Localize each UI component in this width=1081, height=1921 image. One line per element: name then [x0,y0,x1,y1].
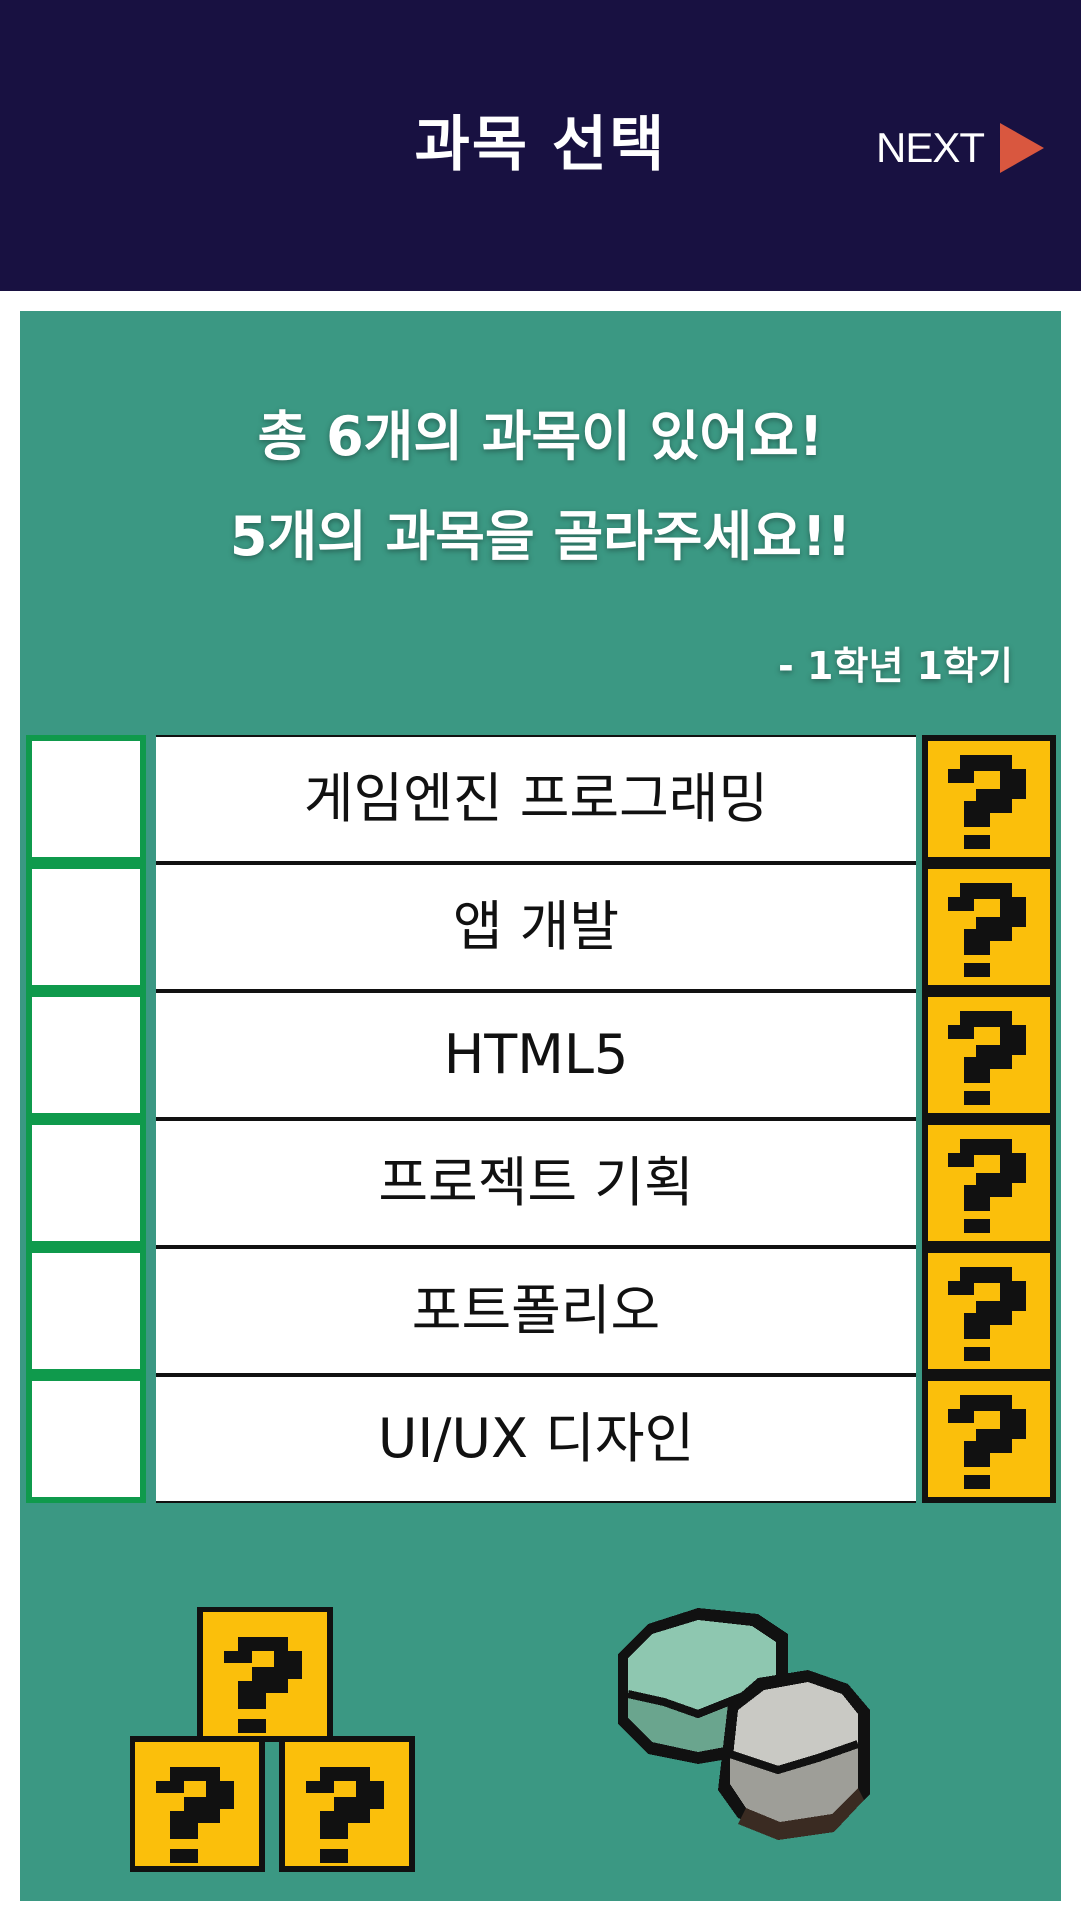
top-bar: 과목 선택 NEXT [0,0,1081,291]
play-arrow-icon [1000,123,1045,173]
course-name: 앱 개발 [156,863,916,991]
pixel-stones-icon [618,1608,870,1840]
question-block-icon [922,1375,1056,1503]
course-checkbox[interactable] [26,1119,146,1247]
course-checkbox[interactable] [26,1247,146,1375]
course-name: HTML5 [156,991,916,1119]
next-button[interactable]: NEXT [876,118,1046,178]
course-row-game-engine[interactable]: 게임엔진 프로그래밍 [26,735,1056,863]
semester-label: - 1학년 1학기 [778,644,1013,688]
question-blocks-stack-icon [130,1607,415,1872]
course-panel: 총 6개의 과목이 있어요! 5개의 과목을 골라주세요!! - 1학년 1학기… [20,311,1061,1901]
question-block-icon [922,1119,1056,1247]
course-row-portfolio[interactable]: 포트폴리오 [26,1247,1056,1375]
course-checkbox[interactable] [26,991,146,1119]
question-block-icon [922,1247,1056,1375]
intro-text: 총 6개의 과목이 있어요! 5개의 과목을 골라주세요!! [20,387,1061,587]
next-button-label: NEXT [876,124,985,171]
course-row-project-planning[interactable]: 프로젝트 기획 [26,1119,1056,1247]
course-name: UI/UX 디자인 [156,1375,916,1503]
course-name: 포트폴리오 [156,1247,916,1375]
course-name: 게임엔진 프로그래밍 [156,735,916,863]
question-block-icon [922,735,1056,863]
intro-line-1: 총 6개의 과목이 있어요! [257,405,824,468]
course-checkbox[interactable] [26,735,146,863]
question-block-icon [922,991,1056,1119]
course-row-html5[interactable]: HTML5 [26,991,1056,1119]
course-name: 프로젝트 기획 [156,1119,916,1247]
course-row-uiux-design[interactable]: UI/UX 디자인 [26,1375,1056,1503]
course-checkbox[interactable] [26,1375,146,1503]
course-row-app-dev[interactable]: 앱 개발 [26,863,1056,991]
intro-line-2: 5개의 과목을 골라주세요!! [229,505,852,568]
question-block-icon [922,863,1056,991]
course-checkbox[interactable] [26,863,146,991]
